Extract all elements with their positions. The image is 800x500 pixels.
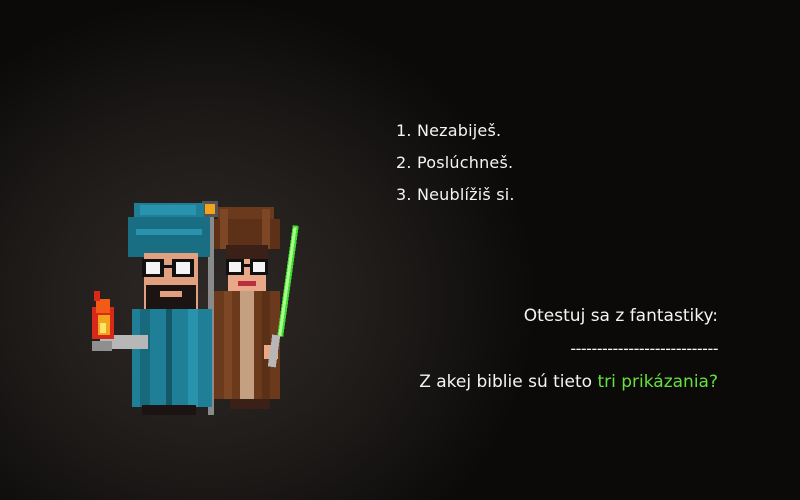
- commandment-2: 2. Poslúchneš.: [396, 153, 514, 172]
- commandment-3: 3. Neublížiš si.: [396, 185, 515, 204]
- question-highlight: tri prikázania?: [597, 372, 718, 392]
- quiz-heading: Otestuj sa z fantastiky:: [523, 306, 718, 326]
- jedi-character: [212, 207, 280, 409]
- fire-icon: [92, 291, 114, 339]
- characters-illustration: [92, 201, 299, 415]
- quiz-question: Z akej biblie sú tieto tri prikázania?: [419, 372, 718, 392]
- quiz-divider: ----------------------------: [570, 339, 718, 358]
- question-text: Z akej biblie sú tieto: [419, 372, 598, 392]
- game-scene: 1. Nezabiješ. 2. Poslúchneš. 3. Neublíži…: [0, 0, 800, 500]
- commandment-1: 1. Nezabiješ.: [396, 121, 502, 140]
